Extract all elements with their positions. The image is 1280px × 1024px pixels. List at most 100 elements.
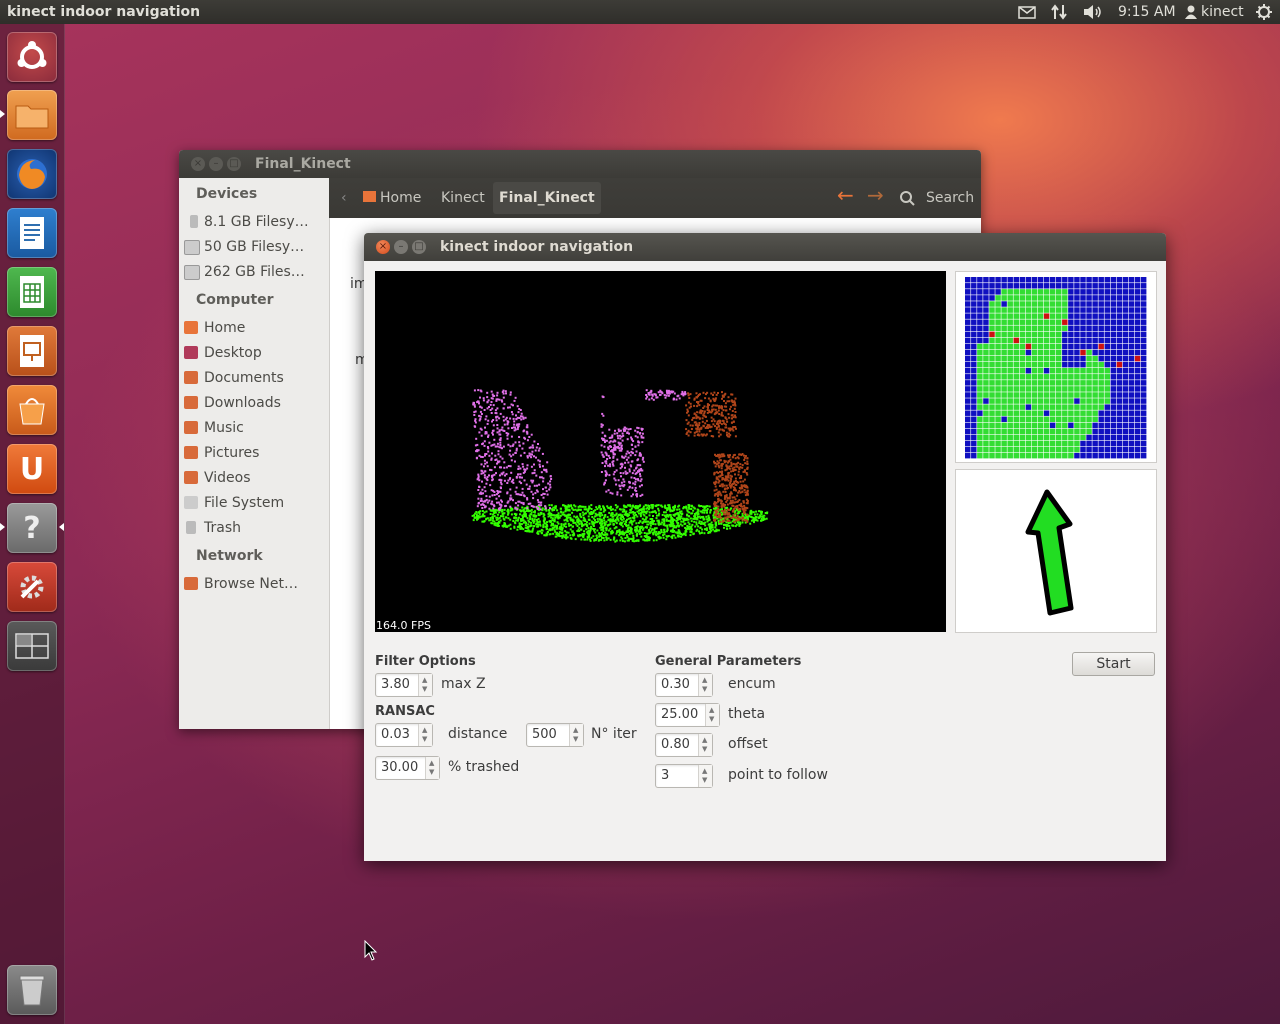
start-button[interactable]: Start: [1072, 652, 1155, 676]
n-iter-label: N° iter: [591, 726, 637, 742]
firefox-icon[interactable]: [7, 149, 57, 199]
sidebar-item-music[interactable]: Music: [184, 418, 244, 438]
kinect-window-titlebar[interactable]: × – □ kinect indoor navigation: [364, 233, 1166, 261]
mouse-cursor-icon: [364, 940, 378, 961]
maximize-icon[interactable]: □: [227, 157, 241, 171]
help-icon[interactable]: ?: [7, 503, 57, 553]
ubuntu-one-icon[interactable]: U: [7, 444, 57, 494]
mail-icon[interactable]: [1018, 0, 1036, 24]
computer-header: Computer: [196, 292, 274, 308]
theta-spinbox[interactable]: 25.00 ▲ ▼: [655, 703, 720, 727]
sidebar-item-pictures[interactable]: Pictures: [184, 443, 259, 463]
close-icon[interactable]: ×: [191, 157, 205, 171]
trashed-spinbox[interactable]: 30.00 ▲ ▼: [375, 756, 440, 780]
maximize-icon[interactable]: □: [412, 240, 426, 254]
distance-spinbox[interactable]: 0.03 ▲ ▼: [375, 723, 433, 747]
sidebar-item-browse-network[interactable]: Browse Net…: [184, 574, 298, 594]
running-indicator: [0, 523, 5, 531]
network-icon[interactable]: [1050, 0, 1068, 24]
network-folder-icon: [184, 577, 198, 590]
sidebar-item-trash[interactable]: Trash: [186, 518, 241, 538]
ubuntu-dash-icon[interactable]: [7, 32, 57, 82]
impress-icon[interactable]: [7, 326, 57, 376]
writer-icon[interactable]: [7, 208, 57, 258]
breadcrumb-home[interactable]: Home: [363, 187, 421, 209]
n-iter-spinbox[interactable]: 500 ▲ ▼: [526, 723, 584, 747]
breadcrumb-kinect[interactable]: Kinect: [441, 187, 485, 209]
encum-label: encum: [728, 676, 776, 692]
point-cloud-viewer[interactable]: 164.0 FPS: [375, 271, 946, 632]
spin-arrows[interactable]: ▲ ▼: [698, 734, 712, 756]
max-z-label: max Z: [441, 676, 486, 692]
sidebar-item-desktop[interactable]: Desktop: [184, 343, 262, 363]
theta-label: theta: [728, 706, 766, 722]
places-sidebar: Devices 8.1 GB Filesy… 50 GB Filesy… 262…: [179, 178, 330, 729]
spin-arrows[interactable]: ▲ ▼: [418, 724, 432, 746]
search-icon[interactable]: [899, 187, 915, 209]
breadcrumb-scroll-left-icon[interactable]: ‹: [341, 187, 347, 209]
devices-header: Devices: [196, 186, 258, 202]
downloads-folder-icon: [184, 396, 198, 409]
search-button[interactable]: Search: [926, 187, 974, 209]
max-z-spinbox[interactable]: 3.80 ▲ ▼: [375, 673, 433, 697]
desktop-icon: [184, 346, 198, 359]
pictures-folder-icon: [184, 446, 198, 459]
power-gear-icon[interactable]: [1255, 0, 1273, 24]
files-icon[interactable]: [7, 90, 57, 140]
clock[interactable]: 9:15 AM: [1118, 0, 1176, 24]
trashed-label: % trashed: [448, 759, 520, 775]
sidebar-item-home[interactable]: Home: [184, 318, 245, 338]
software-center-icon[interactable]: [7, 385, 57, 435]
home-folder-icon: [184, 321, 198, 334]
kinect-window: × – □ kinect indoor navigation 164.0 FPS…: [364, 233, 1166, 861]
offset-spinbox[interactable]: 0.80 ▲ ▼: [655, 733, 713, 757]
spin-arrows[interactable]: ▲ ▼: [705, 704, 719, 726]
system-settings-icon[interactable]: [7, 562, 57, 612]
videos-folder-icon: [184, 471, 198, 484]
documents-folder-icon: [184, 371, 198, 384]
direction-arrow-icon: [1025, 489, 1074, 616]
minimize-icon[interactable]: –: [394, 240, 408, 254]
sidebar-item-downloads[interactable]: Downloads: [184, 393, 281, 413]
running-indicator: [0, 110, 5, 118]
active-indicator: [59, 523, 64, 531]
breadcrumb-final-kinect[interactable]: Final_Kinect: [493, 182, 601, 214]
spin-arrows[interactable]: ▲ ▼: [698, 674, 712, 696]
file-manager-toolbar: ‹ Home Kinect Final_Kinect ← → Search: [329, 178, 981, 218]
kinect-window-title: kinect indoor navigation: [440, 239, 634, 255]
file-system-icon: [184, 496, 198, 509]
sidebar-item-device-2[interactable]: 50 GB Filesy…: [184, 237, 304, 257]
encum-spinbox[interactable]: 0.30 ▲ ▼: [655, 673, 713, 697]
top-panel: kinect indoor navigation 9:15 AM kinect: [0, 0, 1280, 24]
spin-arrows[interactable]: ▲ ▼: [698, 765, 712, 787]
active-window-title: kinect indoor navigation: [7, 4, 201, 20]
spin-arrows[interactable]: ▲ ▼: [418, 674, 432, 696]
spin-arrows[interactable]: ▲ ▼: [425, 757, 439, 779]
launcher: U ?: [0, 24, 65, 1024]
filter-options-header: Filter Options: [375, 654, 476, 669]
calc-icon[interactable]: [7, 267, 57, 317]
occupancy-grid: [965, 277, 1147, 459]
user-icon[interactable]: [1184, 0, 1198, 24]
user-name[interactable]: kinect: [1201, 0, 1244, 24]
forward-arrow-icon[interactable]: →: [867, 184, 884, 206]
point-to-follow-spinbox[interactable]: 3 ▲ ▼: [655, 764, 713, 788]
sidebar-item-file-system[interactable]: File System: [184, 493, 284, 513]
point-cloud: [471, 389, 769, 543]
sidebar-item-videos[interactable]: Videos: [184, 468, 251, 488]
minimize-icon[interactable]: –: [209, 157, 223, 171]
general-parameters-header: General Parameters: [655, 654, 802, 669]
close-icon[interactable]: ×: [376, 240, 390, 254]
offset-label: offset: [728, 736, 768, 752]
sidebar-item-device-1[interactable]: 8.1 GB Filesy…: [190, 212, 309, 232]
volume-icon[interactable]: [1082, 0, 1104, 24]
back-arrow-icon[interactable]: ←: [837, 184, 854, 206]
usb-drive-icon: [190, 215, 198, 228]
file-manager-titlebar[interactable]: × – □ Final_Kinect: [179, 150, 981, 178]
trash-icon[interactable]: [7, 965, 57, 1015]
network-header: Network: [196, 548, 263, 564]
spin-arrows[interactable]: ▲ ▼: [569, 724, 583, 746]
sidebar-item-documents[interactable]: Documents: [184, 368, 284, 388]
workspace-switcher-icon[interactable]: [7, 621, 57, 671]
sidebar-item-device-3[interactable]: 262 GB Files…: [184, 262, 305, 282]
